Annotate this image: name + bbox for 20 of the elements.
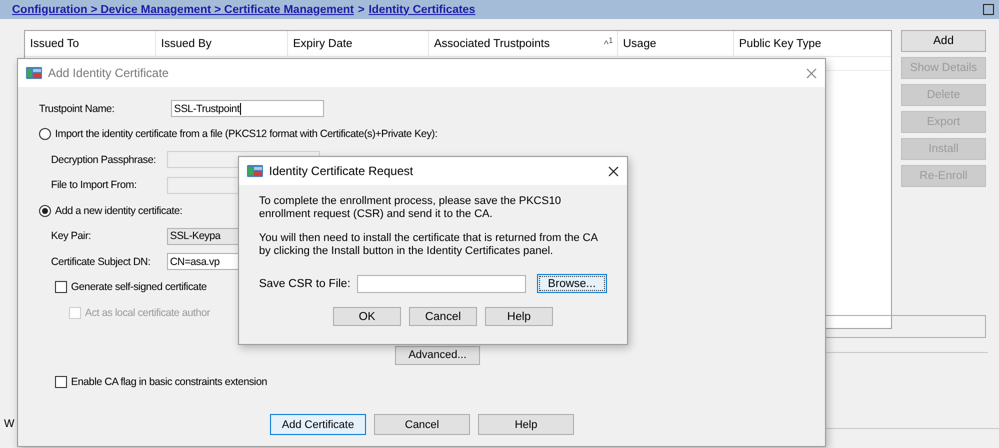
- option-label: Import the identity certificate from a file (PKCS12 format with Certificate(s)+Private Key):: [55, 128, 438, 140]
- field-label: Certificate Subject DN:: [51, 256, 152, 268]
- field-label: Key Pair:: [51, 230, 92, 242]
- checkbox-label: Enable CA flag in basic constraints extension: [71, 376, 268, 388]
- checkbox-label: Act as local certificate author: [85, 306, 210, 319]
- field-label: File to Import From:: [51, 179, 138, 192]
- dialog-title: Identity Certificate Request: [269, 164, 414, 178]
- field-value: SSL-Trustpoint: [174, 102, 240, 115]
- option-label: Add a new identity certificate:: [55, 204, 182, 217]
- checkbox-label: Generate self-signed certificate: [71, 281, 207, 294]
- footer-text: W: [4, 418, 14, 430]
- sort-indicator: ^$^{1}$: [604, 36, 613, 51]
- field-label: Decryption Passphrase:: [51, 154, 157, 166]
- instruction-text: To complete the enrollment process, please save the PKCS10 enrollment request (CSR) and send it to the CA.: [259, 195, 562, 221]
- field-label: Trustpoint Name:: [39, 102, 116, 115]
- dialog-title: Add Identity Certificate: [48, 66, 170, 80]
- breadcrumb-separator: >: [358, 4, 365, 16]
- header-label: Associated Trustpoints: [434, 38, 550, 50]
- instruction-text: You will then need to install the certificate that is returned from the CA by clicking the Install button in the Identity Certificates panel.: [259, 232, 599, 258]
- field-label: Save CSR to File:: [259, 278, 350, 290]
